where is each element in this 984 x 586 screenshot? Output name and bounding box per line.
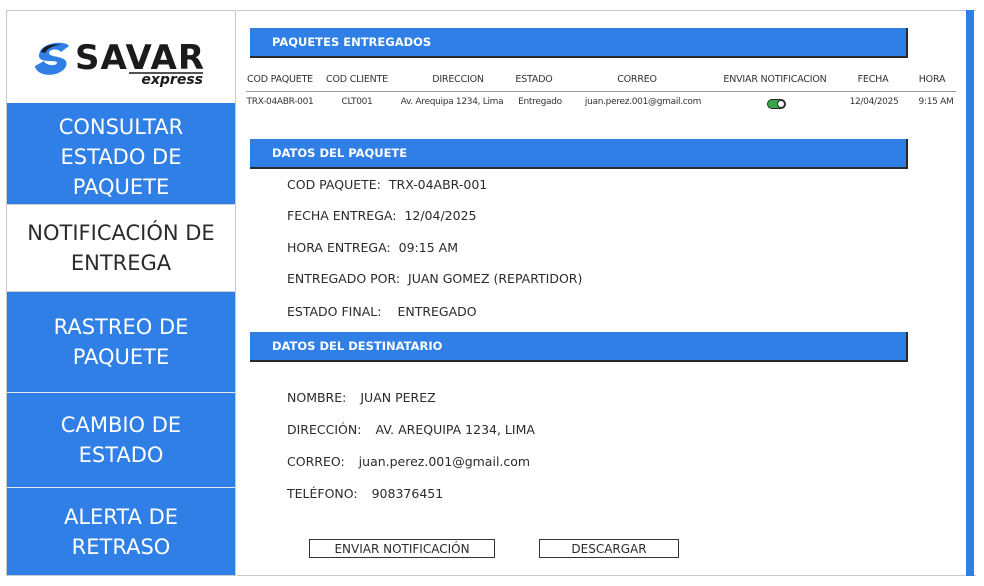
field-value: AV. AREQUIPA 1234, LIMA [375,422,535,437]
field-label: COD PAQUETE: [287,177,381,192]
cell-cod-cliente: CLT001 [341,97,373,107]
cell-cod-paquete: TRX-04ABR-001 [246,97,314,107]
recipient-field-correo: CORREO: juan.perez.001@gmail.com [287,454,530,469]
send-notification-toggle[interactable] [767,99,786,109]
table-header-divider [246,91,956,92]
vertical-scrollbar[interactable] [966,10,974,576]
logo-tagline: express [141,72,203,88]
cell-correo: juan.perez.001@gmail.com [584,97,702,107]
sidebar-item-label: RASTREO DE PAQUETE [53,315,189,369]
field-value: TRX-04ABR-001 [388,177,488,192]
field-label: NOMBRE: [287,390,347,405]
send-notification-button[interactable]: ENVIAR NOTIFICACIÓN [309,539,495,558]
cell-direccion: Av. Arequipa 1234, Lima [400,97,504,107]
package-field-cod-paquete: COD PAQUETE: TRX-04ABR-001 [287,177,487,192]
toggle-knob [777,100,785,108]
package-field-fecha-entrega: FECHA ENTREGA: 12/04/2025 [287,208,476,223]
section-title: PAQUETES ENTREGADOS [272,35,432,49]
col-header-fecha: FECHA [857,74,889,85]
download-button[interactable]: DESCARGAR [539,539,679,558]
field-label: FECHA ENTREGA: [287,208,397,223]
field-value: JUAN GOMEZ (REPARTIDOR) [408,271,583,286]
field-label: DIRECCIÓN: [287,422,362,437]
package-field-entregado-por: ENTREGADO POR: JUAN GOMEZ (REPARTIDOR) [287,271,582,286]
field-value: 09:15 AM [398,240,458,255]
sidebar-item-label: CAMBIO DE ESTADO [60,413,182,467]
sidebar-item-label: ALERTA DE RETRASO [63,504,179,559]
field-label: ESTADO FINAL: [287,304,382,319]
sidebar-item-alerta-retraso[interactable]: ALERTA DE RETRASO [7,487,235,575]
package-field-estado-final: ESTADO FINAL: ENTREGADO [287,304,477,319]
recipient-field-direccion: DIRECCIÓN: AV. AREQUIPA 1234, LIMA [287,422,535,437]
sidebar-item-cambio-estado[interactable]: CAMBIO DE ESTADO [7,392,235,487]
col-header-cod-cliente: COD CLIENTE [326,74,388,85]
savar-logo-icon: SAVAR express [35,38,204,88]
col-header-correo: CORREO [617,74,657,85]
cell-fecha: 12/04/2025 [849,97,899,107]
field-label: HORA ENTREGA: [287,240,391,255]
sidebar-item-label: NOTIFICACIÓN DE ENTREGA [27,221,215,275]
field-label: ENTREGADO POR: [287,271,401,286]
sidebar: SAVAR express CONSULTAR ESTADO DE PAQUET… [6,10,236,576]
cell-hora: 9:15 AM [918,97,954,107]
cell-estado: Entregado [518,97,562,107]
field-label: TELÉFONO: [287,486,358,501]
field-value: ENTREGADO [397,304,477,319]
package-section-header: DATOS DEL PAQUETE [250,139,908,169]
package-field-hora-entrega: HORA ENTREGA: 09:15 AM [287,240,458,255]
recipient-field-nombre: NOMBRE: JUAN PEREZ [287,390,436,405]
col-header-estado: ESTADO [515,74,553,85]
recipient-field-telefono: TELÉFONO: 908376451 [287,486,443,501]
savar-express-logo[interactable]: SAVAR express [7,11,235,103]
recipient-section-header: DATOS DEL DESTINATARIO [250,332,908,362]
sidebar-item-rastreo-paquete[interactable]: RASTREO DE PAQUETE [7,292,235,392]
col-header-cod-paquete: COD PAQUETE [247,74,313,85]
section-title: DATOS DEL PAQUETE [272,146,408,160]
field-label: CORREO: [287,454,345,469]
sidebar-item-label: CONSULTAR ESTADO DE PAQUETE [58,115,184,199]
col-header-enviar-notificacion: ENVIAR NOTIFICACION [723,74,827,85]
field-value: 908376451 [371,486,444,501]
field-value: JUAN PEREZ [360,390,436,405]
sidebar-item-consultar-estado[interactable]: CONSULTAR ESTADO DE PAQUETE [7,103,235,211]
field-value: 12/04/2025 [404,208,477,223]
sidebar-item-notificacion-entrega[interactable]: NOTIFICACIÓN DE ENTREGA [7,204,235,292]
delivered-section-header: PAQUETES ENTREGADOS [250,28,908,58]
col-header-hora: HORA [918,74,946,85]
field-value: juan.perez.001@gmail.com [358,454,531,469]
section-title: DATOS DEL DESTINATARIO [272,339,443,353]
col-header-direccion: DIRECCION [432,74,484,85]
